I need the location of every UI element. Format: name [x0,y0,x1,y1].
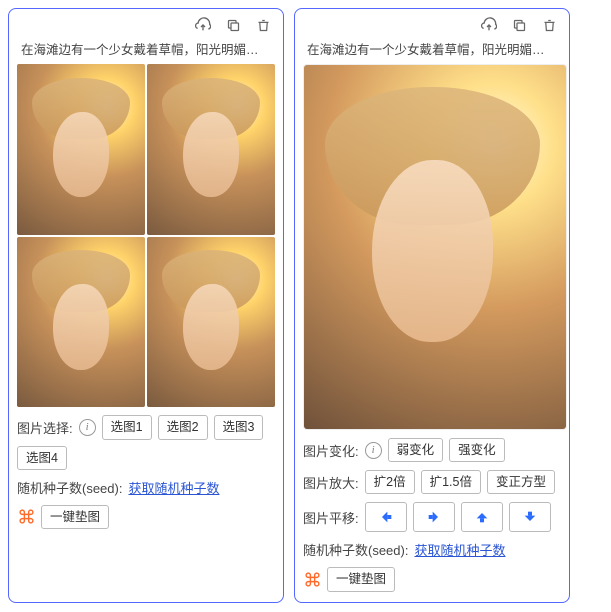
pan-left-button[interactable] [365,502,407,532]
image-select-row: 图片选择: i 选图1 选图2 选图3 选图4 [17,415,275,470]
make-square-button[interactable]: 变正方型 [487,470,555,494]
delete-icon[interactable] [541,17,557,33]
zoom-2x-button[interactable]: 扩2倍 [365,470,415,494]
pan-right-button[interactable] [413,502,455,532]
grid-image-2[interactable] [147,64,275,235]
select-image-4-button[interactable]: 选图4 [17,446,67,470]
delete-icon[interactable] [255,17,271,33]
weak-variation-button[interactable]: 弱变化 [388,438,444,462]
get-seed-link[interactable]: 获取随机种子数 [128,478,219,497]
seed-row: 随机种子数(seed): 获取随机种子数 [303,540,561,559]
command-icon [303,571,321,589]
prompt-text: 在海滩边有一个少女戴着草帽，阳光明媚，少女美... [21,39,271,58]
pan-up-button[interactable] [461,502,503,532]
card-toolbar [303,15,561,37]
zoom-1_5x-button[interactable]: 扩1.5倍 [421,470,481,494]
variation-row: 图片变化: i 弱变化 强变化 [303,438,561,462]
right-card: 在海滩边有一个少女戴着草帽，阳光明媚，少女美... 图片变化: i 弱变化 强变… [294,8,570,603]
left-card: 在海滩边有一个少女戴着草帽，阳光明媚，少女美... 图片选择: i 选图1 选图… [8,8,284,603]
grid-image-3[interactable] [17,237,145,408]
copy-icon[interactable] [511,17,527,33]
seed-label: 随机种子数(seed): [303,540,408,559]
seed-row: 随机种子数(seed): 获取随机种子数 [17,478,275,497]
info-icon[interactable]: i [79,419,96,436]
upload-icon[interactable] [195,17,211,33]
select-image-3-button[interactable]: 选图3 [214,415,264,439]
result-image[interactable] [303,64,567,430]
pan-down-button[interactable] [509,502,551,532]
grid-image-1[interactable] [17,64,145,235]
pan-label: 图片平移: [303,508,359,527]
image-select-label: 图片选择: [17,418,73,437]
pan-row: 图片平移: [303,502,561,532]
pad-image-button[interactable]: 一键垫图 [327,567,395,591]
zoom-row: 图片放大: 扩2倍 扩1.5倍 变正方型 [303,470,561,494]
variation-label: 图片变化: [303,441,359,460]
command-icon [17,508,35,526]
info-icon[interactable]: i [365,442,382,459]
get-seed-link[interactable]: 获取随机种子数 [414,540,505,559]
select-image-1-button[interactable]: 选图1 [102,415,152,439]
select-image-2-button[interactable]: 选图2 [158,415,208,439]
strong-variation-button[interactable]: 强变化 [449,438,505,462]
pad-image-button[interactable]: 一键垫图 [41,505,109,529]
pad-row: 一键垫图 [17,505,275,529]
grid-image-4[interactable] [147,237,275,408]
copy-icon[interactable] [225,17,241,33]
prompt-text: 在海滩边有一个少女戴着草帽，阳光明媚，少女美... [307,39,557,58]
card-toolbar [17,15,275,37]
upload-icon[interactable] [481,17,497,33]
zoom-label: 图片放大: [303,473,359,492]
pad-row: 一键垫图 [303,567,561,591]
seed-label: 随机种子数(seed): [17,478,122,497]
image-grid [17,64,275,407]
